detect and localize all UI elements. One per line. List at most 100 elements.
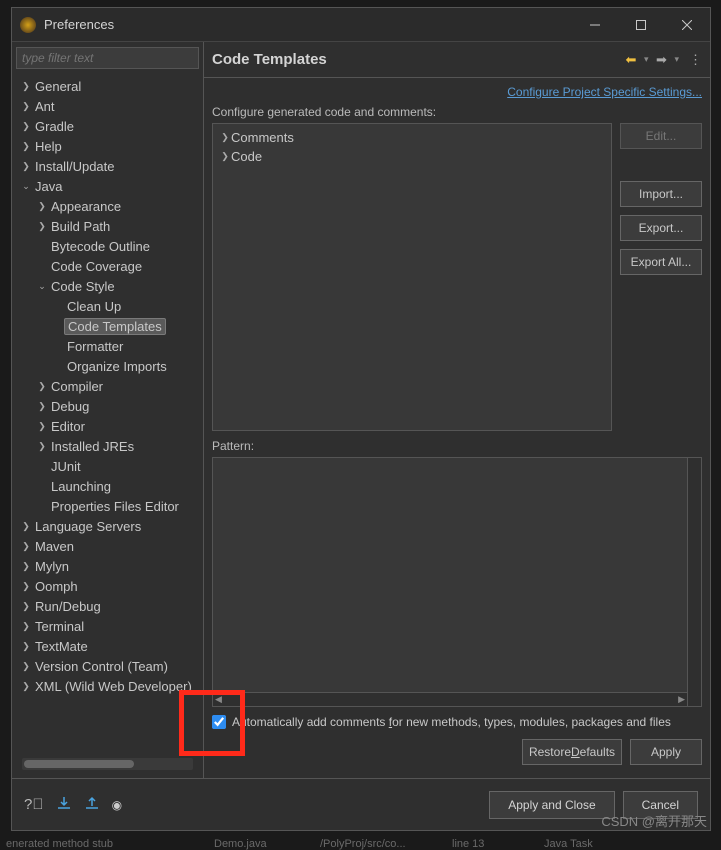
tree-item-appearance[interactable]: ❯Appearance [12, 196, 203, 216]
bg-fragment: Demo.java [214, 838, 267, 850]
tree-item-junit[interactable]: JUnit [12, 456, 203, 476]
restore-defaults-button[interactable]: Restore Defaults [522, 739, 622, 765]
templates-row: ❯Comments ❯Code Edit... Import... Export… [212, 123, 702, 431]
preferences-tree[interactable]: ❯General ❯Ant ❯Gradle ❯Help ❯Install/Upd… [12, 74, 203, 754]
export-all-button[interactable]: Export All... [620, 249, 702, 275]
chevron-right-icon: ❯ [20, 601, 32, 612]
eclipse-icon [20, 17, 36, 33]
pattern-scrollbar-horizontal[interactable]: ◀ ▶ [213, 692, 687, 706]
help-icon[interactable]: ?⃝ [24, 796, 44, 813]
chevron-right-icon: ❯ [36, 221, 48, 232]
oomph-icon[interactable]: ◉ [112, 798, 122, 812]
menu-dots-icon[interactable]: ⋮ [689, 52, 702, 68]
config-project-link-row: Configure Project Specific Settings... [212, 84, 702, 99]
nav-arrows: ⬅ ▾ ➡ ▾ ⋮ [622, 51, 702, 69]
watermark: CSDN @离开那天 [601, 811, 707, 830]
auto-add-comments-checkbox[interactable] [212, 715, 226, 729]
chevron-right-icon: ❯ [20, 661, 32, 672]
tree-item-compiler[interactable]: ❯Compiler [12, 376, 203, 396]
bg-fragment: Java Task [544, 838, 593, 850]
auto-add-comments-label: Automatically add comments for new metho… [232, 715, 671, 729]
chevron-right-icon: ❯ [36, 401, 48, 412]
side-buttons: Edit... Import... Export... Export All..… [620, 123, 702, 431]
filter-input[interactable] [22, 51, 193, 65]
tree-item-launching[interactable]: Launching [12, 476, 203, 496]
chevron-right-icon: ❯ [20, 141, 32, 152]
body: ❯General ❯Ant ❯Gradle ❯Help ❯Install/Upd… [12, 42, 710, 778]
page-title: Code Templates [212, 51, 622, 68]
chevron-right-icon: ❯ [20, 121, 32, 132]
dropdown-icon[interactable]: ▾ [644, 54, 649, 65]
tree-item-clean-up[interactable]: Clean Up [12, 296, 203, 316]
tree-item-code-coverage[interactable]: Code Coverage [12, 256, 203, 276]
chevron-right-icon: ❯ [219, 132, 231, 143]
tree-item-run-debug[interactable]: ❯Run/Debug [12, 596, 203, 616]
pattern-textarea[interactable]: ◀ ▶ [212, 457, 702, 707]
apply-button[interactable]: Apply [630, 739, 702, 765]
templates-tree-item-comments[interactable]: ❯Comments [219, 128, 605, 147]
maximize-button[interactable] [618, 8, 664, 42]
scroll-right-icon[interactable]: ▶ [678, 694, 685, 705]
tree-item-gradle[interactable]: ❯Gradle [12, 116, 203, 136]
sidebar-scrollbar-horizontal[interactable] [22, 758, 193, 770]
tree-item-oomph[interactable]: ❯Oomph [12, 576, 203, 596]
config-project-link[interactable]: Configure Project Specific Settings... [507, 85, 702, 99]
templates-tree-item-code[interactable]: ❯Code [219, 147, 605, 166]
tree-item-install-update[interactable]: ❯Install/Update [12, 156, 203, 176]
auto-add-comments-row: Automatically add comments for new metho… [212, 715, 702, 729]
tree-item-xml[interactable]: ❯XML (Wild Web Developer) [12, 676, 203, 696]
tree-item-language-servers[interactable]: ❯Language Servers [12, 516, 203, 536]
description-label: Configure generated code and comments: [212, 105, 702, 119]
import-button[interactable]: Import... [620, 181, 702, 207]
chevron-down-icon: ⌄ [36, 281, 48, 292]
main-panel: Code Templates ⬅ ▾ ➡ ▾ ⋮ Configure Proje… [204, 42, 710, 778]
tree-item-maven[interactable]: ❯Maven [12, 536, 203, 556]
tree-item-editor[interactable]: ❯Editor [12, 416, 203, 436]
footer-icons: ?⃝ ◉ [24, 795, 122, 814]
window-title: Preferences [44, 17, 572, 32]
filter-box[interactable] [16, 47, 199, 69]
tree-item-properties-files-editor[interactable]: Properties Files Editor [12, 496, 203, 516]
tree-item-installed-jres[interactable]: ❯Installed JREs [12, 436, 203, 456]
tree-item-formatter[interactable]: Formatter [12, 336, 203, 356]
tree-item-help[interactable]: ❯Help [12, 136, 203, 156]
tree-item-bytecode-outline[interactable]: Bytecode Outline [12, 236, 203, 256]
import-prefs-icon[interactable] [56, 795, 72, 814]
tree-item-textmate[interactable]: ❯TextMate [12, 636, 203, 656]
tree-item-ant[interactable]: ❯Ant [12, 96, 203, 116]
tree-item-code-style[interactable]: ⌄Code Style [12, 276, 203, 296]
bg-fragment: line 13 [452, 838, 484, 850]
window-controls [572, 8, 710, 42]
chevron-down-icon: ⌄ [20, 181, 32, 192]
chevron-right-icon: ❯ [20, 541, 32, 552]
edit-button[interactable]: Edit... [620, 123, 702, 149]
sidebar: ❯General ❯Ant ❯Gradle ❯Help ❯Install/Upd… [12, 42, 204, 778]
dropdown-icon[interactable]: ▾ [674, 54, 679, 65]
chevron-right-icon: ❯ [20, 161, 32, 172]
tree-item-code-templates[interactable]: Code Templates [12, 316, 203, 336]
tree-item-terminal[interactable]: ❯Terminal [12, 616, 203, 636]
forward-arrow-icon[interactable]: ➡ [652, 51, 670, 69]
pattern-label: Pattern: [212, 439, 702, 453]
export-button[interactable]: Export... [620, 215, 702, 241]
chevron-right-icon: ❯ [36, 441, 48, 452]
export-prefs-icon[interactable] [84, 795, 100, 814]
tree-item-java[interactable]: ⌄Java [12, 176, 203, 196]
tree-item-version-control[interactable]: ❯Version Control (Team) [12, 656, 203, 676]
back-arrow-icon[interactable]: ⬅ [622, 51, 640, 69]
close-button[interactable] [664, 8, 710, 42]
minimize-button[interactable] [572, 8, 618, 42]
main-header: Code Templates ⬅ ▾ ➡ ▾ ⋮ [204, 42, 710, 78]
tree-item-debug[interactable]: ❯Debug [12, 396, 203, 416]
templates-tree[interactable]: ❯Comments ❯Code [212, 123, 612, 431]
chevron-right-icon: ❯ [20, 621, 32, 632]
scroll-left-icon[interactable]: ◀ [215, 694, 222, 705]
tree-item-organize-imports[interactable]: Organize Imports [12, 356, 203, 376]
chevron-right-icon: ❯ [20, 81, 32, 92]
apply-and-close-button[interactable]: Apply and Close [489, 791, 614, 819]
chevron-right-icon: ❯ [20, 581, 32, 592]
tree-item-build-path[interactable]: ❯Build Path [12, 216, 203, 236]
pattern-scrollbar-vertical[interactable] [687, 458, 701, 706]
tree-item-general[interactable]: ❯General [12, 76, 203, 96]
tree-item-mylyn[interactable]: ❯Mylyn [12, 556, 203, 576]
